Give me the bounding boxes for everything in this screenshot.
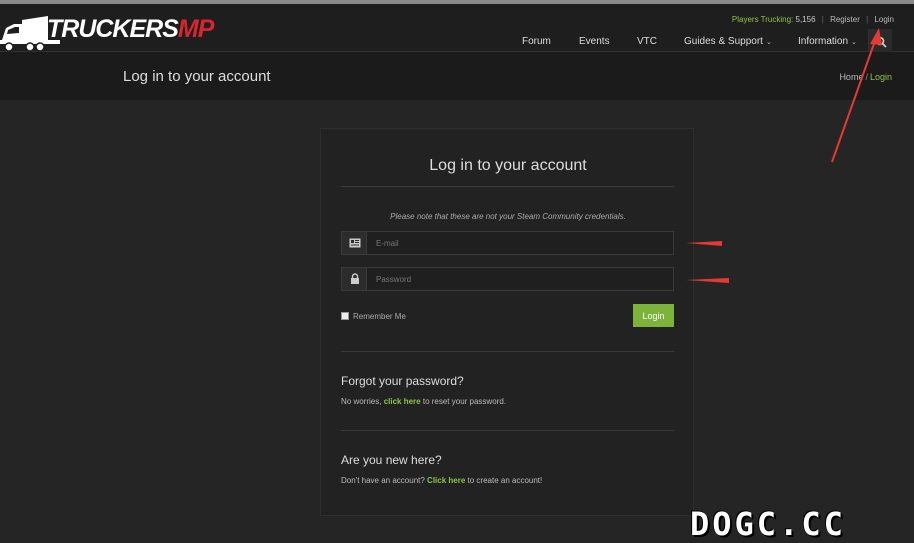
nav-label: VTC: [637, 36, 657, 47]
breadcrumb: Home / Login: [839, 72, 892, 82]
signup-text-after: to create an account!: [467, 476, 543, 485]
page-title: Log in to your account: [123, 68, 271, 85]
breadcrumb-login: Login: [869, 72, 892, 82]
new-user-title: Are you new here?: [341, 453, 442, 467]
id-card-icon: [349, 238, 361, 248]
site-header: TRUCKERSMP Players Trucking: 5,156 | Reg…: [0, 4, 914, 56]
logo-accent-text: MP: [177, 15, 214, 43]
reset-password-link[interactable]: click here: [384, 397, 421, 406]
search-icon: [875, 36, 887, 48]
logo-main-text: TRUCKERS: [47, 15, 179, 43]
remember-me-checkbox[interactable]: [341, 312, 349, 320]
truckersmp-logo[interactable]: TRUCKERSMP: [0, 10, 214, 54]
players-label: Players Trucking:: [731, 15, 794, 24]
login-card: Log in to your account Please note that …: [320, 128, 694, 516]
players-count: 5,156: [795, 15, 816, 24]
forgot-text-after: to reset your password.: [422, 397, 506, 406]
nav-vtc[interactable]: VTC: [637, 36, 657, 47]
email-input-group: [341, 231, 674, 255]
breadcrumb-home[interactable]: Home: [839, 72, 863, 82]
forgot-password-text: No worries, click here to reset your pas…: [341, 397, 506, 406]
nav-label: Forum: [522, 36, 551, 47]
password-input[interactable]: [368, 268, 673, 290]
divider: |: [821, 15, 824, 24]
password-input-group: [341, 267, 674, 291]
register-link[interactable]: Register: [830, 15, 860, 24]
new-user-text: Don't have an account? Click here to cre…: [341, 476, 542, 485]
lock-icon: [351, 273, 359, 284]
logo-wordmark: TRUCKERSMP: [47, 15, 214, 44]
page-header: Log in to your account Home / Login: [0, 52, 914, 100]
login-button[interactable]: Login: [633, 304, 674, 327]
create-account-link[interactable]: Click here: [427, 476, 465, 485]
email-input[interactable]: [368, 232, 673, 254]
chevron-down-icon: ⌄: [765, 39, 772, 46]
nav-information[interactable]: Information ⌄: [798, 36, 857, 47]
divider: |: [866, 15, 869, 24]
divider: [341, 430, 674, 431]
remember-me[interactable]: Remember Me: [341, 312, 406, 321]
nav-guides-support[interactable]: Guides & Support ⌄: [684, 36, 772, 47]
email-addon: [342, 232, 367, 254]
divider: [341, 351, 674, 352]
login-card-title: Log in to your account: [429, 157, 587, 174]
chevron-down-icon: ⌄: [851, 39, 857, 46]
remember-me-label: Remember Me: [353, 312, 406, 321]
credentials-note: Please note that these are not your Stea…: [390, 212, 626, 221]
watermark-logo: DOGC.CC: [690, 505, 846, 543]
nav-events[interactable]: Events: [579, 36, 610, 47]
forgot-text-before: No worries,: [341, 397, 382, 406]
signup-text-before: Don't have an account?: [341, 476, 425, 485]
user-bar: Players Trucking: 5,156 | Register | Log…: [732, 15, 894, 24]
nav-forum[interactable]: Forum: [522, 36, 551, 47]
password-addon: [342, 268, 367, 290]
divider: [341, 186, 674, 187]
forgot-password-title: Forgot your password?: [341, 374, 464, 388]
breadcrumb-separator: /: [865, 72, 868, 82]
nav-label: Information: [798, 36, 849, 47]
nav-label: Guides & Support: [684, 36, 763, 47]
login-link[interactable]: Login: [874, 15, 894, 24]
nav-label: Events: [579, 36, 610, 47]
